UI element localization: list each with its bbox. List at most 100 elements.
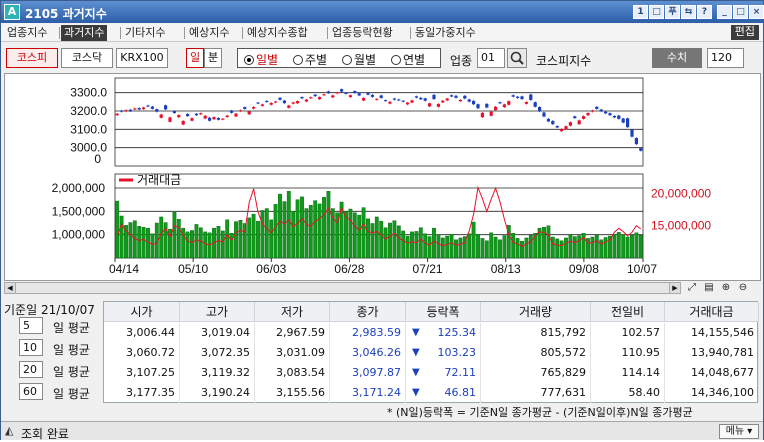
link-button[interactable]: ⇆ [681,5,696,19]
volume-bar [317,203,322,259]
tab-3[interactable]: 예상지수 [186,25,232,41]
period-day-button[interactable]: 일 [186,48,204,68]
candle-body [208,117,212,121]
value-button[interactable]: 수치 [652,48,702,68]
candle-body [212,117,216,120]
x-tick-label: 06/03 [256,262,286,276]
candle-body [397,99,401,101]
candle-body [142,107,146,110]
sector-code-input[interactable]: 01 [477,48,505,68]
close-button[interactable]: × [749,5,764,19]
candle-body [353,91,357,94]
menu-dropdown-button[interactable]: 메뉴 ▾ [719,424,759,439]
volume-bar [454,239,458,259]
radio-daily[interactable]: 일별 [244,51,278,68]
table-cell-low: 2,967.59 [255,323,330,343]
save-chart-icon[interactable]: ▤ [702,282,716,294]
volume-bar [374,216,379,259]
volume-bar [247,217,252,259]
volume-bar [264,208,269,259]
layout-button[interactable]: □ [649,5,664,19]
tab-1[interactable]: 과거지수 [61,25,108,41]
scroll-left-icon[interactable]: ◀ [5,283,16,293]
tab-2[interactable]: 기타지수 [122,25,168,41]
volume-bar [348,208,353,259]
candle-body [423,98,427,101]
volume-bar [480,238,485,259]
radio-dot-icon [244,55,254,65]
volume-bar [445,235,450,259]
volume-bar [638,234,643,259]
maximize-button[interactable]: □ [733,5,748,19]
volume-tick-label: 2,000,000 [52,181,106,195]
volume-bar [559,240,564,259]
expand-icon[interactable]: ⤢ [685,282,699,294]
avg-period-input[interactable]: 10 [19,339,43,356]
chart-scrollbar[interactable]: ◀ ▶ [4,282,681,294]
zoom-in-icon[interactable]: ⊕ [719,282,733,294]
table-cell-high: 3,072.35 [180,343,255,363]
column-header[interactable]: 등락폭 [406,302,481,322]
candle-body [577,120,581,125]
title-bar[interactable]: A 2105 과거지수 1 □ 푸 ⇆? _ □ × [1,1,764,23]
volume-bar [515,238,520,259]
candle-body [181,120,185,125]
zoom-out-icon[interactable]: ⊖ [736,282,750,294]
volume-bar [313,200,318,259]
count-input[interactable]: 120 [707,48,744,68]
tab-0[interactable]: 업종지수 [4,25,50,41]
base-date-label: 기준일 21/10/07 [4,303,95,317]
candle-body [410,100,414,103]
market-krx100-button[interactable]: KRX100 [116,48,168,68]
column-header[interactable]: 전일비 [591,302,665,322]
edit-button[interactable]: 편집 [730,25,759,40]
volume-bar [119,215,124,259]
column-header[interactable]: 저가 [255,302,330,322]
volume-bar [577,235,582,259]
candle-body [265,100,269,103]
column-header[interactable]: 거래대금 [665,302,759,322]
column-header[interactable]: 종가 [330,302,406,322]
column-header[interactable]: 시가 [104,302,180,322]
avg-period-input[interactable]: 20 [19,361,43,378]
print-button[interactable]: 푸 [665,5,680,19]
candle-body [177,115,181,118]
candle-body [586,113,590,116]
candle-body [366,92,370,95]
candle-body [340,89,344,92]
avg-period-input[interactable]: 60 [19,383,43,400]
period-minute-button[interactable]: 분 [204,48,222,68]
volume-bar [128,222,133,259]
market-kospi-button[interactable]: 코스피 [6,48,58,68]
screen-num-button[interactable]: 1 [633,5,648,19]
chart-area[interactable]: 3300.0 3200.0 3100.0 3000.0 0 2,000,000 1,500,… [4,73,761,281]
market-kosdaq-button[interactable]: 코스닥 [61,48,113,68]
scroll-right-icon[interactable]: ▶ [669,283,680,293]
candle-body [120,110,124,112]
column-header[interactable]: 고가 [180,302,255,322]
volume-bar [159,216,164,259]
table-cell-volume: 805,572 [481,343,591,363]
volume-bar [326,191,331,259]
radio-monthly[interactable]: 월별 [342,51,376,68]
avg-period-input[interactable]: 5 [19,317,43,334]
table-cell-volume: 777,631 [481,383,591,403]
candle-body [260,104,264,106]
tab-separator [410,27,411,39]
search-button[interactable] [507,48,527,68]
volume-bar [405,235,410,259]
candle-body [278,97,282,100]
minimize-button[interactable]: _ [717,5,732,19]
candle-body [480,112,484,118]
speaker-icon: ◭ [5,424,14,437]
volume-bar [185,231,190,259]
tab-6[interactable]: 동일가중지수 [412,25,479,41]
tab-4[interactable]: 예상지수종합 [244,25,311,41]
radio-yearly[interactable]: 연별 [391,51,425,68]
column-header[interactable]: 거래량 [481,302,591,322]
volume-bar [555,238,560,259]
help-button[interactable]: ? [697,5,712,19]
tab-5[interactable]: 업종등락현황 [329,25,396,41]
radio-weekly[interactable]: 주별 [293,51,327,68]
candle-body [357,93,361,96]
